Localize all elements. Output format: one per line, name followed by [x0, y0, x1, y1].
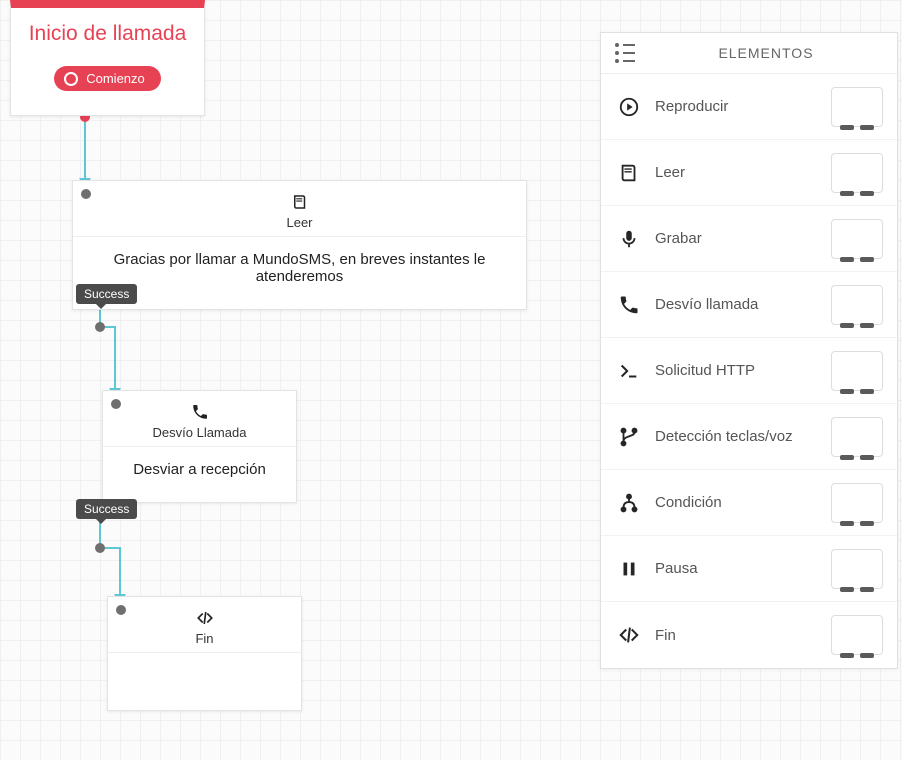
node-desvio-header: Desvío Llamada [103, 391, 296, 447]
palette-item-leer[interactable]: Leer [601, 140, 897, 206]
elements-panel-title: ELEMENTOS [649, 45, 883, 61]
list-icon[interactable] [615, 43, 635, 63]
start-title: Inicio de llamada [11, 22, 204, 46]
in-port-desvio[interactable] [111, 399, 121, 409]
palette-item-thumb [831, 417, 883, 457]
palette-item-fin[interactable]: Fin [601, 602, 897, 668]
palette-item-solicitud-http[interactable]: Solicitud HTTP [601, 338, 897, 404]
palette-item-thumb [831, 219, 883, 259]
palette-item-thumb [831, 549, 883, 589]
node-fin-body [108, 653, 301, 691]
phone-icon [615, 294, 643, 316]
palette-item-thumb [831, 153, 883, 193]
in-port-fin[interactable] [116, 605, 126, 615]
elements-panel: ELEMENTOS Reproducir Leer Grabar [600, 32, 898, 669]
node-leer-type-label: Leer [286, 215, 312, 230]
branch-icon [615, 426, 643, 448]
palette-item-label: Grabar [655, 230, 819, 247]
phone-icon [191, 401, 209, 423]
palette-item-label: Desvío llamada [655, 296, 819, 313]
in-port-leer[interactable] [81, 189, 91, 199]
book-icon [615, 162, 643, 184]
palette-item-label: Solicitud HTTP [655, 362, 819, 379]
palette-item-condicion[interactable]: Condición [601, 470, 897, 536]
palette-item-thumb [831, 87, 883, 127]
book-icon [291, 191, 309, 213]
palette-item-label: Detección teclas/voz [655, 428, 819, 445]
node-desvio-type-label: Desvío Llamada [153, 425, 247, 440]
palette-item-label: Condición [655, 494, 819, 511]
node-fin-type-label: Fin [195, 631, 213, 646]
node-leer-header: Leer [73, 181, 526, 237]
code-icon [196, 607, 214, 629]
start-node[interactable]: Inicio de llamada Comienzo [10, 0, 205, 116]
node-leer-body: Gracias por llamar a MundoSMS, en breves… [73, 237, 526, 309]
node-leer[interactable]: Leer Gracias por llamar a MundoSMS, en b… [72, 180, 527, 310]
palette-item-desvio-llamada[interactable]: Desvío llamada [601, 272, 897, 338]
start-pill-label: Comienzo [86, 71, 145, 86]
pause-icon [615, 558, 643, 580]
condition-icon [615, 492, 643, 514]
mic-icon [615, 228, 643, 250]
palette-item-label: Reproducir [655, 98, 819, 115]
edge-tag-success-2[interactable]: Success [76, 499, 137, 519]
palette-item-thumb [831, 483, 883, 523]
connector-joint-1[interactable] [95, 322, 105, 332]
palette-item-label: Leer [655, 164, 819, 181]
elements-panel-header: ELEMENTOS [601, 33, 897, 74]
palette-item-thumb [831, 351, 883, 391]
start-pill[interactable]: Comienzo [54, 66, 161, 91]
flow-canvas[interactable]: Inicio de llamada Comienzo Leer Gracias … [0, 0, 902, 760]
start-pill-circle-icon [64, 72, 78, 86]
node-fin-header: Fin [108, 597, 301, 653]
node-fin[interactable]: Fin [107, 596, 302, 711]
play-icon [615, 96, 643, 118]
palette-item-deteccion-teclas-voz[interactable]: Detección teclas/voz [601, 404, 897, 470]
node-desvio-body: Desviar a recepción [103, 447, 296, 502]
palette-item-grabar[interactable]: Grabar [601, 206, 897, 272]
palette-item-reproducir[interactable]: Reproducir [601, 74, 897, 140]
node-desvio[interactable]: Desvío Llamada Desviar a recepción [102, 390, 297, 503]
connector-joint-2[interactable] [95, 543, 105, 553]
palette-item-thumb [831, 285, 883, 325]
edge-tag-success-1[interactable]: Success [76, 284, 137, 304]
terminal-icon [615, 360, 643, 382]
code-icon [615, 624, 643, 646]
palette-item-pausa[interactable]: Pausa [601, 536, 897, 602]
palette-item-thumb [831, 615, 883, 655]
palette-item-label: Pausa [655, 560, 819, 577]
palette-item-label: Fin [655, 627, 819, 644]
